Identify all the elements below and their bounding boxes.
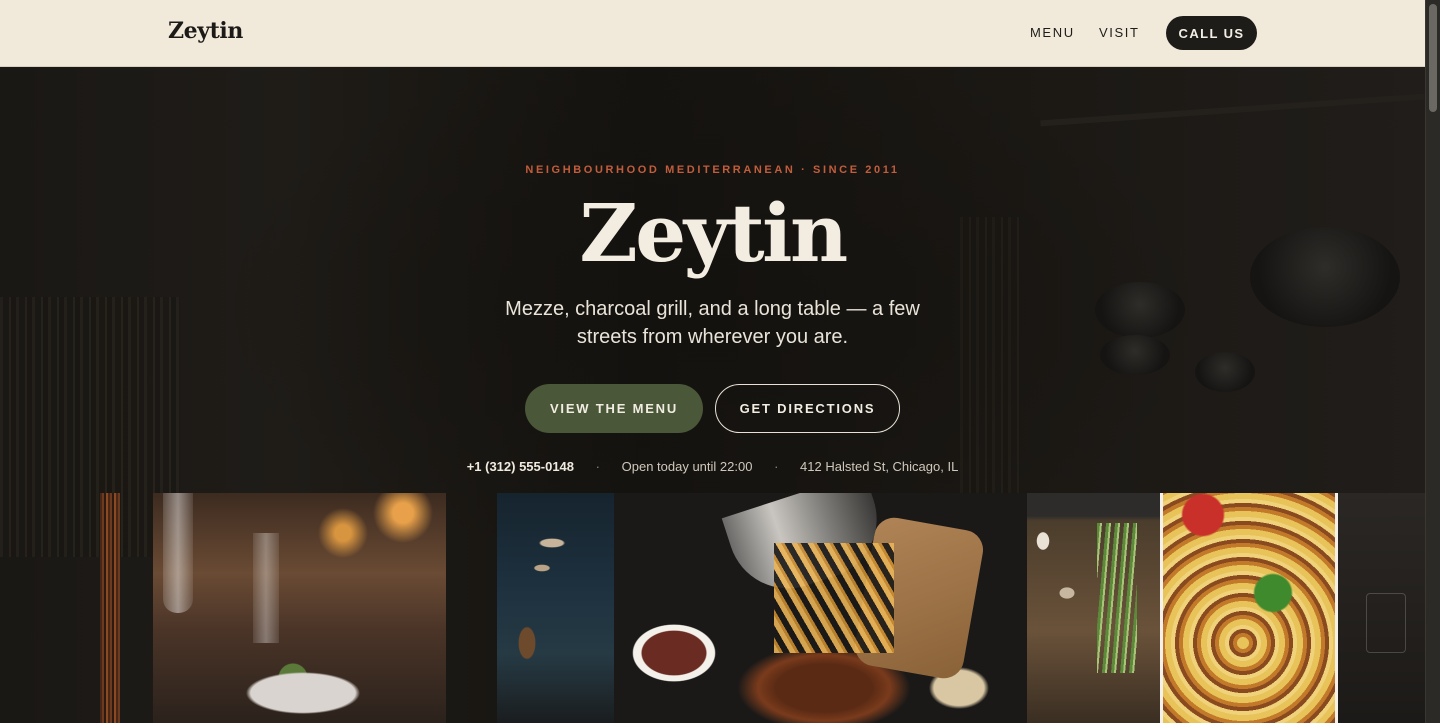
info-separator: · xyxy=(595,459,600,474)
info-separator: · xyxy=(774,459,779,474)
hero-section: NEIGHBOURHOOD MEDITERRANEAN · SINCE 2011… xyxy=(0,67,1425,723)
wine-glass-shape xyxy=(163,493,193,613)
nav-visit-link[interactable]: VISIT xyxy=(1099,25,1140,40)
green-onions-shape xyxy=(1097,523,1137,673)
photo-salad xyxy=(1160,493,1338,723)
photo-cutting-board xyxy=(1027,493,1162,723)
glassware-shape xyxy=(1366,593,1406,653)
background-beam xyxy=(1040,93,1425,127)
scrollbar-thumb[interactable] xyxy=(1429,4,1437,112)
fries-shape xyxy=(774,543,894,653)
background-lamp xyxy=(1095,282,1185,338)
top-navigation-bar: Zeytin MENU VISIT CALL US xyxy=(0,0,1425,67)
call-us-button[interactable]: CALL US xyxy=(1166,16,1257,50)
photo-slice-left xyxy=(100,493,120,723)
nav-menu-link[interactable]: MENU xyxy=(1030,25,1075,40)
opening-hours: Open today until 22:00 xyxy=(621,459,753,474)
background-lamp xyxy=(1100,335,1170,375)
photo-restaurant-interior xyxy=(497,493,614,723)
phone-number-link[interactable]: +1 (312) 555-0148 xyxy=(467,459,574,474)
page-scrollbar[interactable] xyxy=(1425,0,1440,723)
photo-ribs-and-fries xyxy=(614,493,1027,723)
contact-info-row: +1 (312) 555-0148 · Open today until 22:… xyxy=(0,459,1425,474)
background-lamp xyxy=(1195,352,1255,392)
hero-eyebrow: NEIGHBOURHOOD MEDITERRANEAN · SINCE 2011 xyxy=(525,164,900,176)
water-glass-shape xyxy=(253,533,279,643)
view-menu-button[interactable]: VIEW THE MENU xyxy=(525,384,703,433)
brand-logo[interactable]: Zeytin xyxy=(168,18,243,44)
get-directions-button[interactable]: GET DIRECTIONS xyxy=(715,384,900,433)
address-text: 412 Halsted St, Chicago, IL xyxy=(800,459,959,474)
photo-fine-dining-plate xyxy=(153,493,446,723)
hero-title: Zeytin xyxy=(579,186,848,280)
photo-bar-glasses xyxy=(1338,493,1425,723)
hero-tagline: Mezze, charcoal grill, and a long table … xyxy=(505,298,920,348)
